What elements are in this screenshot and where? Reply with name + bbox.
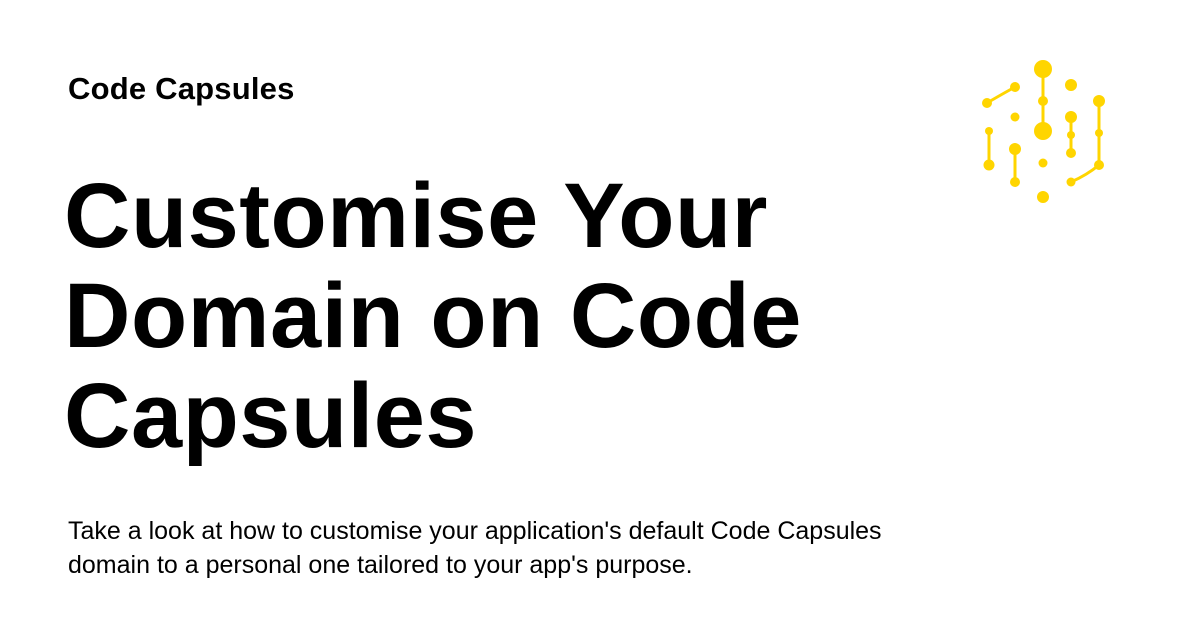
article-title: Customise Your Domain on Code Capsules	[64, 165, 802, 467]
social-card: Code Capsules Customise Your Domain on C…	[0, 0, 1200, 630]
brand-name: Code Capsules	[68, 71, 295, 106]
article-description: Take a look at how to customise your app…	[68, 517, 882, 579]
code-capsules-logo-icon	[982, 60, 1105, 203]
